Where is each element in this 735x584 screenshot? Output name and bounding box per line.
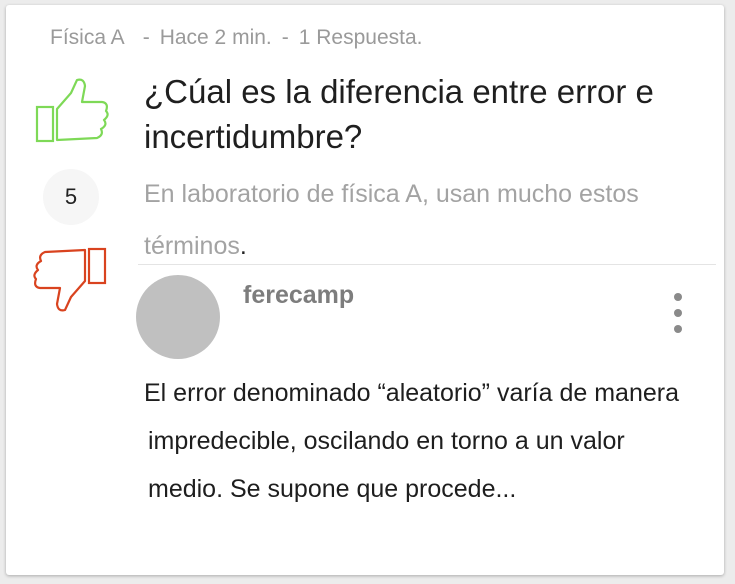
menu-dot	[674, 293, 682, 301]
more-vertical-icon[interactable]	[664, 293, 692, 333]
menu-dot	[674, 325, 682, 333]
meta-separator: -	[281, 26, 289, 49]
question-description: En laboratorio de física A, usan mucho e…	[144, 168, 684, 272]
menu-dot	[674, 309, 682, 317]
question-card[interactable]: Física A - Hace 2 min. -1 Respuesta. 5 ¿Cúa…	[6, 5, 724, 575]
answer-username[interactable]: ferecamp	[243, 281, 354, 310]
question-meta: Física A - Hace 2 min. -1 Respuesta.	[50, 26, 423, 50]
avatar[interactable]	[136, 275, 220, 359]
answers-count: 1 Respuesta.	[298, 26, 423, 49]
meta-separator: -	[142, 26, 150, 49]
question-title[interactable]: ¿Cúal es la diferencia entre error e inc…	[144, 69, 704, 159]
description-end: .	[239, 232, 247, 260]
thumbs-down-icon[interactable]	[33, 247, 107, 313]
subject-label[interactable]: Física A	[50, 26, 125, 49]
time-label: Hace 2 min.	[159, 26, 272, 49]
description-text: En laboratorio de física A, usan mucho e…	[144, 180, 639, 260]
divider	[138, 264, 716, 265]
thumbs-up-icon[interactable]	[35, 77, 109, 143]
vote-score: 5	[43, 169, 99, 225]
answer-preview[interactable]: El error denominado “aleatorio” varía de…	[144, 369, 696, 519]
